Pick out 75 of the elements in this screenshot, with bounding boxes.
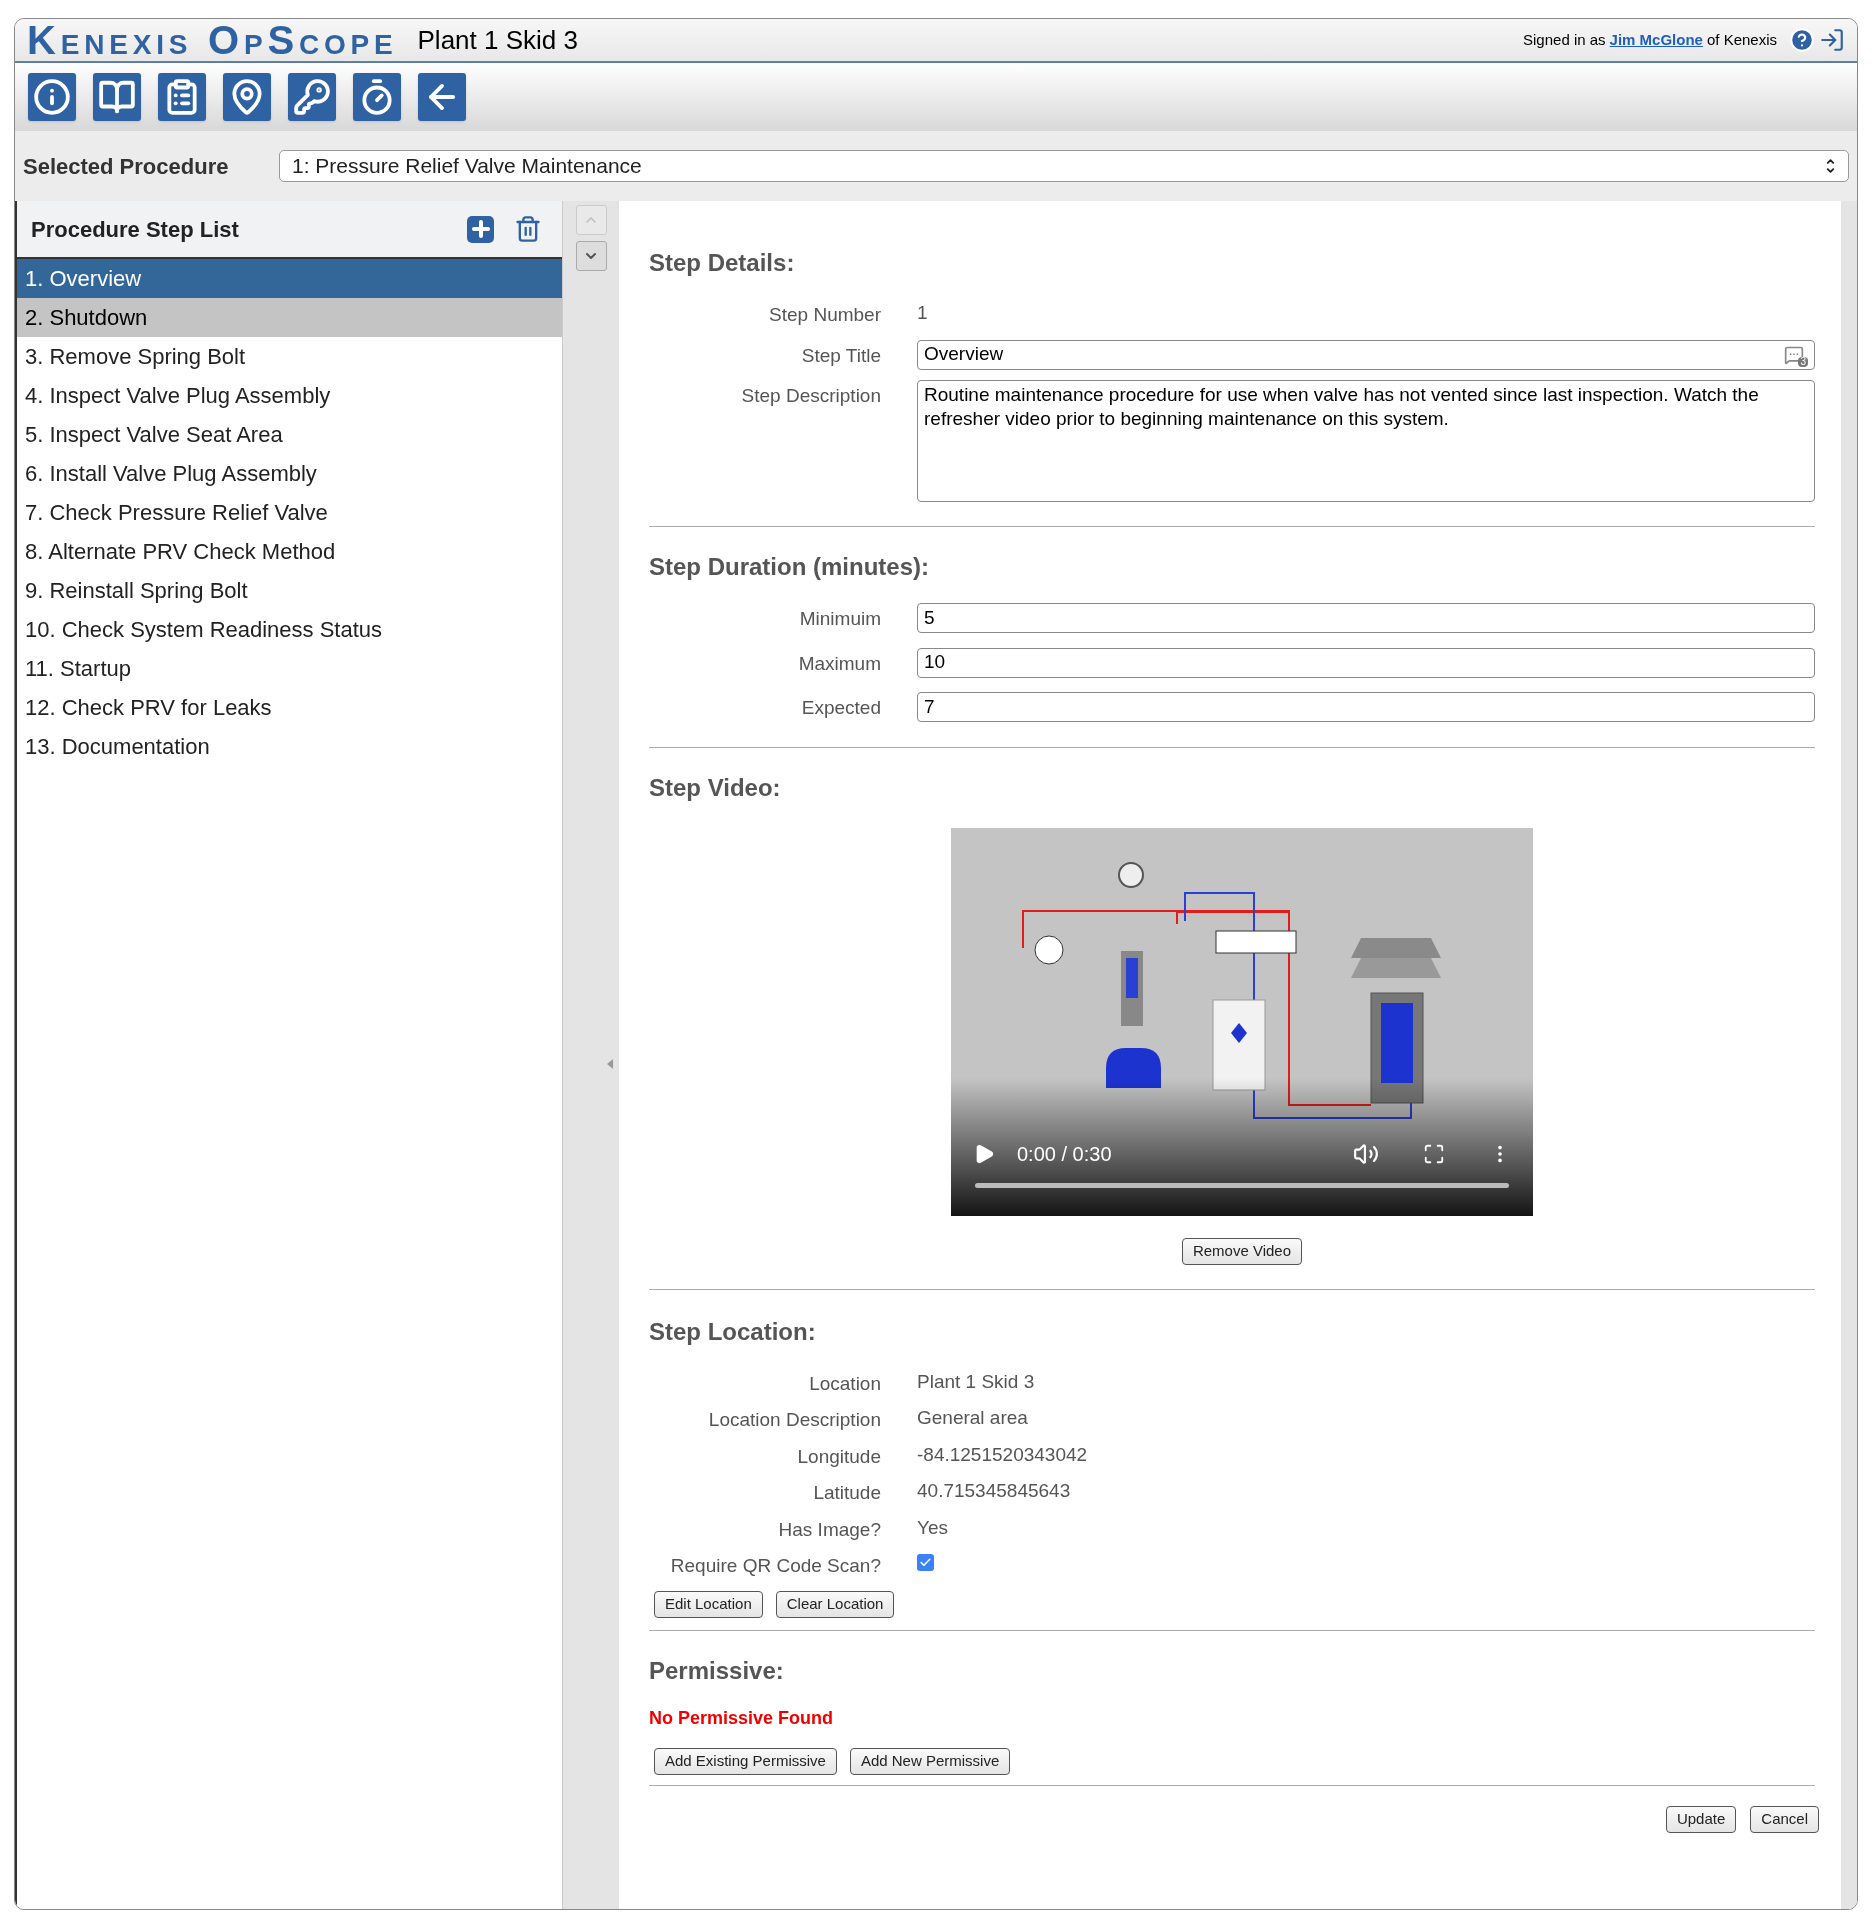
- help-icon[interactable]: [1789, 27, 1815, 53]
- form-button[interactable]: Cancel: [1750, 1805, 1819, 1833]
- text-field[interactable]: 10: [917, 647, 1815, 678]
- field-label: Step Title: [800, 343, 881, 368]
- pin-icon[interactable]: [223, 73, 271, 121]
- sign-out-icon[interactable]: [1819, 27, 1845, 53]
- section-heading: Step Location:: [649, 1316, 817, 1347]
- video-progress-track[interactable]: [975, 1182, 1509, 1188]
- book-icon[interactable]: [93, 73, 141, 121]
- checkmark-icon: [919, 1556, 932, 1569]
- step-list-item[interactable]: 13. Documentation: [17, 727, 562, 766]
- delete-icon[interactable]: [514, 215, 542, 243]
- section-heading: Step Details:: [649, 248, 796, 278]
- field-value: 40.715345845643: [917, 1479, 1071, 1503]
- section-heading: Step Video:: [649, 772, 782, 803]
- key-icon[interactable]: [288, 73, 336, 121]
- field-value: Yes: [917, 1515, 948, 1540]
- location-button[interactable]: Edit Location: [654, 1590, 763, 1618]
- fullscreen-icon[interactable]: [1423, 1142, 1445, 1165]
- step-list-item[interactable]: 8. Alternate PRV Check Method: [17, 532, 562, 571]
- section-heading: Step Duration (minutes):: [649, 552, 930, 582]
- text-field[interactable]: 7: [917, 692, 1815, 722]
- move-down-button[interactable]: [575, 241, 607, 271]
- step-list-item[interactable]: 9. Reinstall Spring Bolt: [17, 571, 562, 610]
- field-label: Has Image?: [777, 1517, 881, 1542]
- add-icon[interactable]: [467, 215, 494, 243]
- step-list-item[interactable]: 1. Overview: [17, 259, 562, 298]
- organization-text: of Kenexis: [1706, 29, 1777, 50]
- field-value: -84.1251520343042: [917, 1442, 1088, 1467]
- permissive-button[interactable]: Add New Permissive: [849, 1747, 1011, 1775]
- step-list-item[interactable]: 7. Check Pressure Relief Valve: [17, 493, 562, 532]
- location-button[interactable]: Clear Location: [775, 1590, 895, 1618]
- permissive-button[interactable]: Add Existing Permissive: [654, 1747, 837, 1775]
- field-label: Require QR Code Scan?: [669, 1554, 881, 1578]
- text-field[interactable]: Overview 3: [917, 339, 1815, 370]
- step-list-item[interactable]: 10. Check System Readiness Status: [17, 610, 562, 649]
- app-logo: Kenexis OpScope: [27, 20, 398, 60]
- location-title: Plant 1 Skid 3: [417, 23, 579, 57]
- field-label: Selected Procedure: [23, 152, 230, 181]
- text-field[interactable]: 5: [917, 603, 1815, 633]
- step-list-item[interactable]: 3. Remove Spring Bolt: [17, 337, 562, 376]
- step-list-item[interactable]: 6. Install Valve Plug Assembly: [17, 454, 562, 493]
- field-label: Minimuim: [798, 607, 881, 631]
- form-button[interactable]: Update: [1665, 1805, 1737, 1833]
- checkbox[interactable]: [917, 1554, 934, 1571]
- remove-video-button[interactable]: Remove Video: [1181, 1237, 1303, 1265]
- section-heading: Permissive:: [649, 1655, 785, 1686]
- step-list-item[interactable]: 11. Startup: [17, 649, 562, 688]
- field-label: Expected: [800, 696, 881, 720]
- collapse-handle-icon[interactable]: [607, 1059, 613, 1069]
- video-time: 0:00 / 0:30: [1017, 1141, 1113, 1167]
- description-textarea[interactable]: Routine maintenance procedure for use when valve has not vented since last inspection. Watch the refresher video prior to beginning maintenance on this system.: [917, 380, 1815, 502]
- field-value: 1: [917, 301, 928, 325]
- video-player[interactable]: 0:00 / 0:30: [951, 827, 1533, 1216]
- step-list-item[interactable]: 2. Shutdown: [17, 298, 562, 337]
- field-label: Step Description: [740, 384, 881, 408]
- procedure-select[interactable]: 1: Pressure Relief Valve Maintenance: [279, 150, 1849, 182]
- step-list-item[interactable]: 5. Inspect Valve Seat Area: [17, 415, 562, 454]
- clipboard-icon[interactable]: [158, 73, 206, 121]
- field-value: Plant 1 Skid 3: [917, 1369, 1035, 1394]
- panel-title: Procedure Step List: [31, 215, 240, 244]
- field-label: Maximum: [797, 651, 881, 676]
- step-list-item[interactable]: 12. Check PRV for Leaks: [17, 688, 562, 727]
- info-icon[interactable]: [28, 73, 76, 121]
- field-value: General area: [917, 1406, 1028, 1430]
- field-label: Location: [808, 1371, 881, 1396]
- stopwatch-icon[interactable]: [353, 73, 401, 121]
- field-label: Location Description: [707, 1408, 881, 1432]
- empty-message: No Permissive Found: [649, 1706, 835, 1730]
- field-label: Longitude: [796, 1444, 881, 1469]
- field-label: Latitude: [812, 1481, 881, 1505]
- field-label: Step Number: [768, 303, 881, 327]
- user-link[interactable]: Jim McGlone: [1609, 28, 1703, 52]
- step-list-item[interactable]: 4. Inspect Valve Plug Assembly: [17, 376, 562, 415]
- signed-in-text: Signed in as: [1523, 29, 1606, 50]
